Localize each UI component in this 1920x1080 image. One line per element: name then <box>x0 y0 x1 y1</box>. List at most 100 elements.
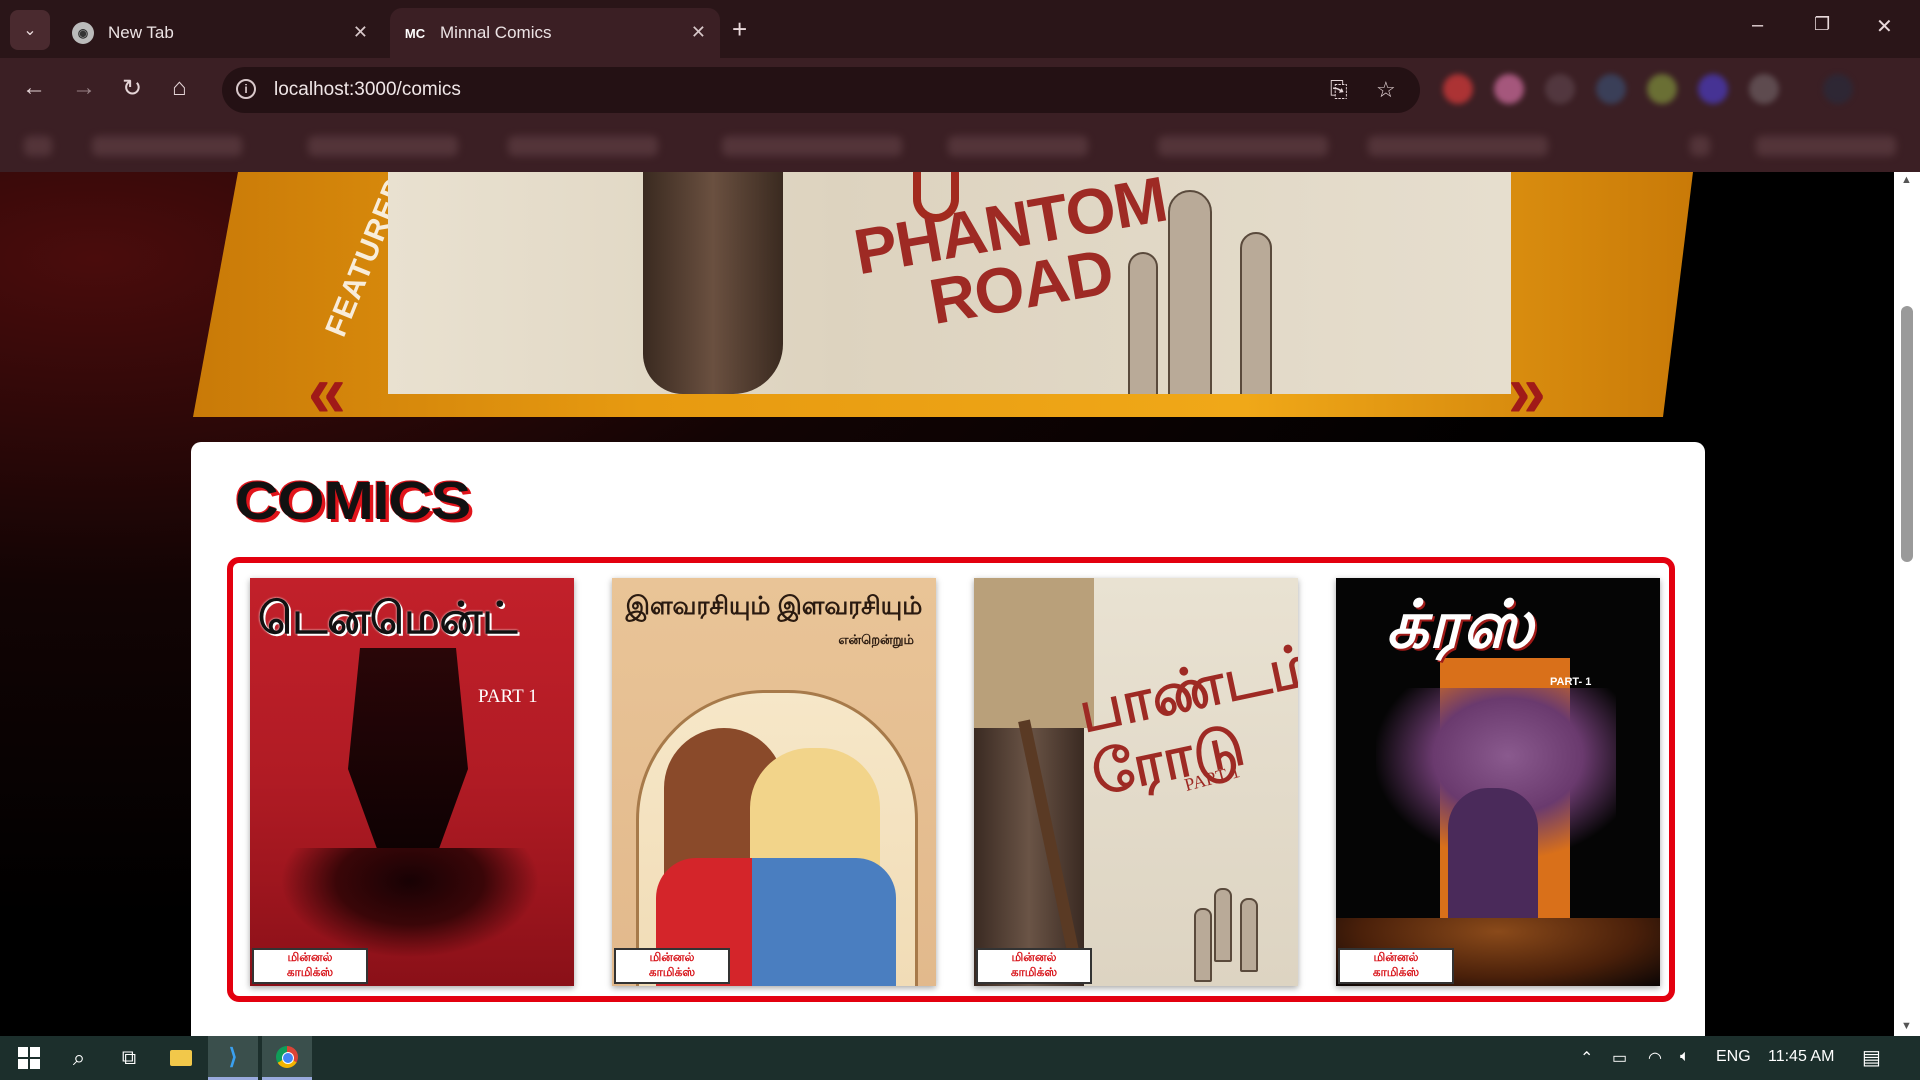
bookmark-item[interactable] <box>948 136 1088 156</box>
clock[interactable]: 11:45 AM <box>1768 1048 1834 1066</box>
badge-line: மின்னல் <box>1011 950 1057 964</box>
file-explorer-icon[interactable] <box>156 1036 206 1080</box>
banner-walker <box>1168 190 1212 394</box>
url-text[interactable]: localhost:3000/comics <box>274 79 461 101</box>
badge-line: மின்னல் <box>1373 950 1419 964</box>
extension-icon[interactable] <box>1647 74 1677 104</box>
notifications-icon[interactable]: ▤ <box>1862 1045 1881 1070</box>
address-bar[interactable]: i localhost:3000/comics ⎘ ☆ <box>222 67 1420 113</box>
reload-icon[interactable]: ↻ <box>122 74 142 103</box>
language-indicator[interactable]: ENG <box>1716 1048 1751 1066</box>
all-bookmarks-item[interactable] <box>1756 136 1896 156</box>
banner-figure <box>643 172 783 394</box>
banner-walker <box>1128 252 1158 394</box>
page-scrollbar[interactable]: ▲ ▼ <box>1894 172 1920 1036</box>
search-icon[interactable]: ⌕ <box>54 1036 104 1080</box>
show-hidden-icons-icon[interactable]: ⌃ <box>1580 1048 1593 1068</box>
tab-minnal-comics[interactable]: MC Minnal Comics ✕ <box>390 8 720 58</box>
badge-line: காமிக்ஸ் <box>648 965 696 979</box>
volume-icon[interactable]: 🔈︎ <box>1680 1048 1690 1066</box>
comic-card[interactable]: இளவரசியும் இளவரசியும் என்றென்றும் மின்னல… <box>612 578 936 986</box>
bookmark-item[interactable] <box>1368 136 1548 156</box>
restore-button[interactable]: ❐ <box>1814 14 1830 35</box>
close-tab-icon[interactable]: ✕ <box>691 22 706 43</box>
banner-image[interactable]: PHANTOM ROAD <box>388 172 1511 394</box>
page-content: FEATURED NEWS PHANTOM ROAD « » COMICS டெ… <box>0 172 1894 1036</box>
bookmark-star-icon[interactable]: ☆ <box>1376 77 1396 103</box>
bookmarks-bar <box>0 120 1920 172</box>
comic-subtitle: என்றென்றும் <box>838 632 914 647</box>
back-arrow-icon[interactable]: ← <box>22 74 46 102</box>
site-favicon: MC <box>404 25 426 41</box>
comic-title: இளவரசியும் இளவரசியும் <box>625 592 923 620</box>
banner-prev-chevron-icon[interactable]: « <box>308 348 346 434</box>
cover-art <box>1240 898 1258 972</box>
site-info-icon[interactable]: i <box>236 79 256 99</box>
tab-title: Minnal Comics <box>440 23 552 42</box>
taskbar: ⌕ ⧉ ⟩ ⌃ ▭ ◠ 🔈︎ ENG 11:45 AM ▤ <box>0 1036 1920 1080</box>
section-title: COMICS <box>235 471 471 531</box>
cover-art <box>280 848 540 958</box>
comic-title: க்ரஸ் <box>1386 587 1534 661</box>
bookmark-item[interactable] <box>308 136 458 156</box>
scrollbar-thumb[interactable] <box>1901 306 1913 562</box>
bookmark-item[interactable] <box>508 136 658 156</box>
comics-grid: டெனமென்ட் PART 1 மின்னல் காமிக்ஸ் இளவரசி… <box>227 557 1675 1002</box>
bookmark-item[interactable] <box>722 136 902 156</box>
banner-next-chevron-icon[interactable]: » <box>1508 348 1546 434</box>
wifi-icon[interactable]: ◠ <box>1648 1048 1662 1068</box>
close-window-button[interactable]: ✕ <box>1876 14 1893 39</box>
badge-line: மின்னல் <box>649 950 695 964</box>
new-tab-button[interactable]: + <box>732 14 747 45</box>
browser-toolbar: ← → ↻ ⌂ i localhost:3000/comics ⎘ ☆ <box>0 58 1920 120</box>
tab-title: New Tab <box>108 23 174 42</box>
extension-icon[interactable] <box>1494 74 1524 104</box>
cover-art <box>1194 908 1212 982</box>
vscode-icon[interactable]: ⟩ <box>208 1036 258 1080</box>
extension-icon[interactable] <box>1749 74 1779 104</box>
chrome-taskbar-icon[interactable] <box>262 1036 312 1080</box>
minimize-button[interactable]: – <box>1752 14 1763 37</box>
badge-line: மின்னல் <box>287 950 333 964</box>
publisher-badge: மின்னல் காமிக்ஸ் <box>1338 948 1454 984</box>
profile-avatar[interactable] <box>1823 74 1853 104</box>
comic-part: PART- 1 <box>1550 676 1592 688</box>
extension-icon[interactable] <box>1596 74 1626 104</box>
badge-line: காமிக்ஸ் <box>1372 965 1420 979</box>
comic-part: PART 1 <box>478 686 538 707</box>
publisher-badge: மின்னல் காமிக்ஸ் <box>252 948 368 984</box>
extension-icon[interactable] <box>1545 74 1575 104</box>
battery-icon[interactable]: ▭ <box>1612 1048 1627 1068</box>
tab-strip: ⌄ ◉ New Tab ✕ MC Minnal Comics ✕ + – ❐ ✕ <box>0 0 1920 58</box>
scroll-up-icon[interactable]: ▲ <box>1901 174 1912 186</box>
badge-line: காமிக்ஸ் <box>1010 965 1058 979</box>
task-view-icon[interactable]: ⧉ <box>104 1036 154 1080</box>
publisher-badge: மின்னல் காமிக்ஸ் <box>976 948 1092 984</box>
browser-chrome: ⌄ ◉ New Tab ✕ MC Minnal Comics ✕ + – ❐ ✕… <box>0 0 1920 172</box>
tab-search-button[interactable]: ⌄ <box>10 10 50 50</box>
tab-new-tab[interactable]: ◉ New Tab ✕ <box>58 8 382 58</box>
close-tab-icon[interactable]: ✕ <box>353 22 368 43</box>
banner-walker <box>1240 232 1272 394</box>
chevron-down-icon: ⌄ <box>23 22 37 39</box>
overflow-icon[interactable] <box>1690 136 1710 156</box>
extension-icon[interactable] <box>1698 74 1728 104</box>
home-icon[interactable]: ⌂ <box>172 74 187 102</box>
comic-card[interactable]: க்ரஸ் PART- 1 மின்னல் காமிக்ஸ் <box>1336 578 1660 986</box>
start-button[interactable] <box>4 1036 54 1080</box>
badge-line: காமிக்ஸ் <box>286 965 334 979</box>
scroll-down-icon[interactable]: ▼ <box>1901 1020 1912 1032</box>
comic-card[interactable]: டெனமென்ட் PART 1 மின்னல் காமிக்ஸ் <box>250 578 574 986</box>
windows-icon <box>18 1047 40 1069</box>
apps-icon[interactable] <box>24 136 52 156</box>
comic-title: டெனமென்ட் <box>258 594 518 643</box>
bookmark-item[interactable] <box>92 136 242 156</box>
publisher-badge: மின்னல் காமிக்ஸ் <box>614 948 730 984</box>
comic-card[interactable]: பாண்டம் ரோடு PART 1 மின்னல் காமிக்ஸ் <box>974 578 1298 986</box>
cover-art <box>1448 788 1538 938</box>
comics-panel: COMICS டெனமென்ட் PART 1 மின்னல் காமிக்ஸ்… <box>191 442 1705 1036</box>
install-app-icon[interactable]: ⎘ <box>1330 77 1348 103</box>
forward-arrow-icon[interactable]: → <box>72 74 96 102</box>
extension-icon[interactable] <box>1443 74 1473 104</box>
bookmark-item[interactable] <box>1158 136 1328 156</box>
